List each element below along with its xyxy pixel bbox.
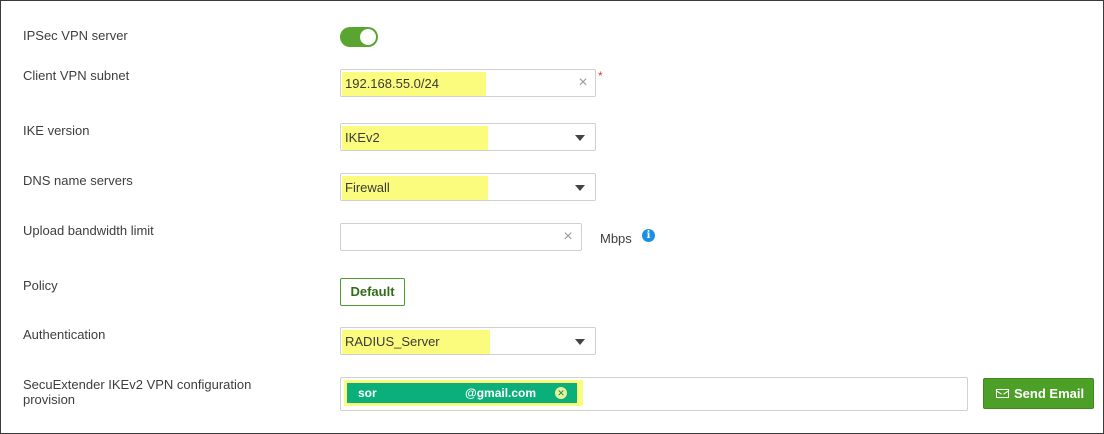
ike-version-label: IKE version <box>23 123 90 138</box>
authentication-select[interactable]: RADIUS_Server <box>340 327 596 355</box>
dns-name-servers-caret-down-icon[interactable] <box>575 185 585 191</box>
email-chip-local: sor <box>358 386 377 400</box>
client-vpn-subnet-input[interactable]: 192.168.55.0/24 × <box>340 69 596 97</box>
vpn-settings-panel: IPSec VPN server Client VPN subnet 192.1… <box>0 0 1104 434</box>
client-vpn-subnet-value: 192.168.55.0/24 <box>342 72 486 96</box>
policy-default-button[interactable]: Default <box>340 278 405 306</box>
clear-bandwidth-close-icon[interactable]: × <box>561 229 575 245</box>
upload-bandwidth-limit-label: Upload bandwidth limit <box>23 223 154 238</box>
policy-label: Policy <box>23 278 58 293</box>
dns-name-servers-label: DNS name servers <box>23 173 133 188</box>
authentication-value: RADIUS_Server <box>342 330 490 354</box>
ike-version-select[interactable]: IKEv2 <box>340 123 596 151</box>
clear-subnet-close-icon[interactable]: × <box>576 75 590 91</box>
remove-email-close-icon[interactable]: ✕ <box>555 387 567 399</box>
authentication-caret-down-icon[interactable] <box>575 339 585 345</box>
ike-version-value: IKEv2 <box>342 126 488 150</box>
ipsec-vpn-server-toggle[interactable] <box>340 27 378 47</box>
toggle-knob <box>360 29 376 45</box>
ike-version-caret-down-icon[interactable] <box>575 135 585 141</box>
client-vpn-subnet-label: Client VPN subnet <box>23 68 130 83</box>
authentication-label: Authentication <box>23 327 106 342</box>
bandwidth-unit: Mbps <box>600 231 632 246</box>
email-chip-domain: @gmail.com <box>465 386 537 400</box>
required-marker: * <box>598 69 603 83</box>
upload-bandwidth-limit-input[interactable]: × <box>340 223 582 251</box>
email-chip: sor @gmail.com ✕ <box>347 383 577 403</box>
dns-name-servers-value: Firewall <box>342 176 488 200</box>
mail-icon <box>996 389 1009 398</box>
send-email-button[interactable]: Send Email <box>983 378 1094 409</box>
provision-label: SecuExtender IKEv2 VPN configuration pro… <box>23 377 252 407</box>
send-email-label: Send Email <box>1014 386 1085 401</box>
provision-email-input[interactable]: sor @gmail.com ✕ <box>340 377 968 411</box>
ipsec-vpn-server-label: IPSec VPN server <box>23 28 128 43</box>
info-icon[interactable]: i <box>642 229 655 242</box>
email-chip-highlight: sor @gmail.com ✕ <box>344 380 583 406</box>
dns-name-servers-select[interactable]: Firewall <box>340 173 596 201</box>
